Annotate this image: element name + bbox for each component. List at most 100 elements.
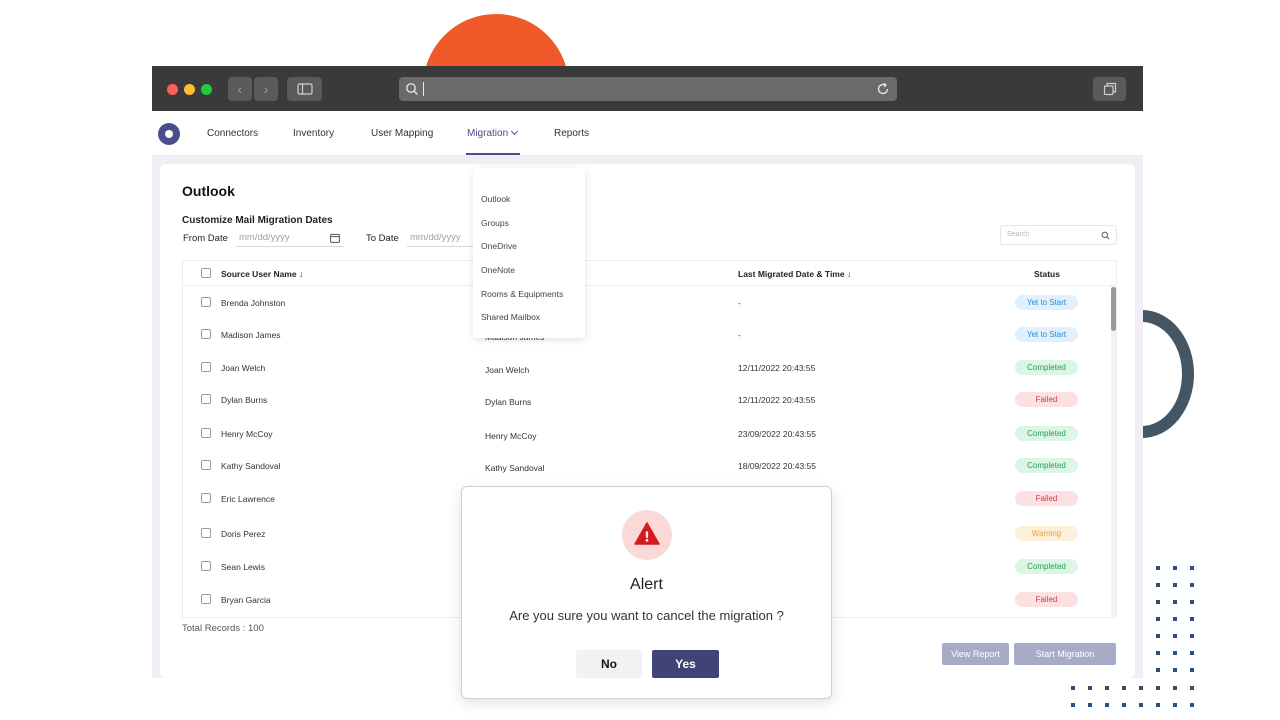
to-date-label: To Date [366,233,399,244]
dropdown-item[interactable]: OneNote [481,265,515,275]
text-caret [423,82,424,96]
alert-dialog: ! Alert Are you sure you want to cancel … [461,486,832,699]
row-checkbox[interactable] [201,460,211,470]
table-row[interactable]: Joan Welch Joan Welch 12/11/2022 20:43:55 C… [183,351,1116,384]
yes-button[interactable]: Yes [652,650,719,678]
to-date-placeholder: mm/dd/yyyy [410,232,461,243]
column-status: Status [1034,269,1060,279]
from-date-label: From Date [183,233,228,244]
last-migrated-cell: 12/11/2022 20:43:55 [738,363,816,373]
from-date-placeholder: mm/dd/yyyy [239,232,290,243]
page-title: Outlook [182,183,235,199]
dropdown-item[interactable]: Outlook [481,194,510,204]
decorative-dot [1190,634,1194,638]
decorative-dot [1156,703,1160,707]
status-badge: Failed [1015,592,1078,607]
nav-inventory[interactable]: Inventory [293,128,334,139]
decorative-dot [1156,600,1160,604]
source-user-cell: Bryan Garcia [221,595,271,605]
app-navbar: Connectors Inventory User Mapping Migrat… [152,111,1143,156]
decorative-dot [1156,583,1160,587]
no-button[interactable]: No [576,650,642,678]
row-checkbox[interactable] [201,329,211,339]
nav-user-mapping[interactable]: User Mapping [371,128,433,139]
decorative-dot [1139,703,1143,707]
sidebar-toggle-button[interactable] [287,77,322,101]
search-placeholder: Search [1007,231,1030,238]
table-row[interactable]: Henry McCoy Henry McCoy 23/09/2022 20:43:5… [183,417,1116,450]
close-window-button[interactable] [167,84,178,95]
dropdown-item[interactable]: Groups [481,218,509,228]
chevron-down-icon [511,127,519,136]
last-migrated-cell: - [738,330,741,340]
app-logo[interactable] [158,123,180,145]
maximize-window-button[interactable] [201,84,212,95]
forward-button[interactable]: › [254,77,278,101]
row-checkbox[interactable] [201,594,211,604]
decorative-dot [1173,617,1177,621]
source-user-cell: Brenda Johnston [221,298,286,308]
source-user-cell: Joan Welch [221,363,266,373]
warning-icon: ! [634,522,660,546]
nav-migration-label: Migration [467,128,509,139]
view-report-button[interactable]: View Report [942,643,1009,665]
column-source-user[interactable]: Source User Name ↓ [221,269,303,279]
source-user-cell: Eric Lawrence [221,494,275,504]
decorative-dot [1173,634,1177,638]
search-input[interactable]: Search [1000,225,1117,245]
row-checkbox[interactable] [201,493,211,503]
decorative-dot [1071,703,1075,707]
from-date-input[interactable]: mm/dd/yyyy [236,229,344,247]
column-last-migrated[interactable]: Last Migrated Date & Time ↓ [738,269,851,279]
back-button[interactable]: ‹ [228,77,252,101]
start-migration-button[interactable]: Start Migration [1014,643,1116,665]
tabs-icon [1103,82,1116,96]
table-row[interactable]: Kathy Sandoval Kathy Sandoval 18/09/2022 2… [183,449,1116,482]
decorative-dot [1173,668,1177,672]
decorative-dot [1190,600,1194,604]
dropdown-item[interactable]: Shared Mailbox [481,312,540,322]
table-scrollbar-track[interactable] [1111,286,1116,616]
dropdown-item[interactable]: OneDrive [481,241,517,251]
calendar-icon[interactable] [330,233,340,243]
row-checkbox[interactable] [201,428,211,438]
table-row[interactable]: Madison JamesMadison James-Yet to Start [183,318,1116,351]
dropdown-item[interactable]: Rooms & Equipments [481,289,563,299]
tab-overview-button[interactable] [1093,77,1126,101]
total-records: Total Records : 100 [182,623,264,634]
decorative-dot [1071,686,1075,690]
select-all-checkbox[interactable] [201,268,211,278]
table-row[interactable]: Dylan Burns Dylan Burns 12/11/2022 20:43:5… [183,383,1116,416]
decorative-dot [1173,583,1177,587]
row-checkbox[interactable] [201,528,211,538]
table-scrollbar-thumb[interactable] [1111,287,1116,331]
warning-icon-glyph: ! [644,531,650,546]
decorative-dot [1122,686,1126,690]
reload-icon[interactable] [875,81,891,97]
decorative-dot [1190,651,1194,655]
decorative-dot [1190,617,1194,621]
source-user-cell: Madison James [221,330,281,340]
decorative-dot [1173,651,1177,655]
status-badge: Warning [1015,526,1078,541]
migration-dropdown-menu: Outlook Groups OneDrive OneNote Rooms & Equi… [473,168,585,338]
address-bar[interactable] [399,77,897,101]
search-icon [1101,231,1110,240]
alert-message: Are you sure you want to cancel the migr… [509,608,784,623]
row-checkbox[interactable] [201,394,211,404]
to-date-input[interactable]: mm/dd/yyyy [407,229,473,247]
minimize-window-button[interactable] [184,84,195,95]
row-checkbox[interactable] [201,297,211,307]
target-user-cell: Dylan Burns [485,397,532,407]
row-checkbox[interactable] [201,362,211,372]
target-user-cell: Joan Welch [485,365,530,375]
nav-reports[interactable]: Reports [554,128,589,139]
status-badge: Completed [1015,360,1078,375]
status-badge: Failed [1015,491,1078,506]
last-migrated-cell: 23/09/2022 20:43:55 [738,429,816,439]
nav-connectors[interactable]: Connectors [207,128,258,139]
row-checkbox[interactable] [201,561,211,571]
table-row[interactable]: Brenda Johnston - Yet to Start [183,286,1116,319]
status-badge: Completed [1015,426,1078,441]
nav-migration[interactable]: Migration [467,127,519,139]
